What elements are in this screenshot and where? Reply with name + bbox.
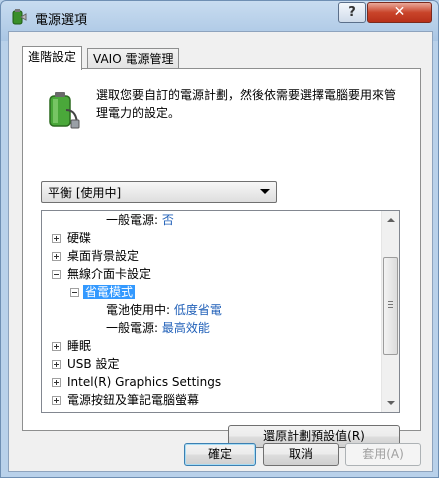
tree-item-usb-settings[interactable]: USB 設定 <box>52 355 119 373</box>
window-title: 電源選項 <box>35 13 88 28</box>
tree-item-hard-disk[interactable]: 硬碟 <box>52 229 91 247</box>
tree-item-label: Intel(R) Graphics Settings <box>67 375 222 389</box>
setting-value[interactable]: 否 <box>162 213 174 227</box>
title-bar[interactable]: 電源選項 ? ✕ <box>1 1 438 31</box>
tree-item-power-saving-mode[interactable]: 省電模式 <box>70 283 136 301</box>
setting-label: 一般電源: <box>106 321 159 335</box>
plan-description: 選取您要自訂的電源計劃，然後依需要選擇電腦要用來管理電力的設定。 <box>96 88 397 120</box>
tree-item-label: 桌面背景設定 <box>67 249 140 263</box>
expand-icon[interactable] <box>52 234 61 243</box>
expand-icon[interactable] <box>52 360 61 369</box>
battery-plug-icon <box>49 92 80 129</box>
advanced-settings-panel: 選取您要自訂的電源計劃，然後依需要選擇電腦要用來管理電力的設定。 平衡 [使用中… <box>22 68 421 448</box>
power-plan-select-value: 平衡 [使用中] <box>48 186 122 200</box>
dialog-body: 進階設定 VAIO 電源管理 選取您要自訂的電源計劃，然後依需要選擇電腦要用來管… <box>8 31 433 472</box>
setting-label: 一般電源: <box>106 213 159 227</box>
ok-button[interactable]: 確定 <box>184 443 256 466</box>
power-options-dialog: 電源選項 ? ✕ 進階設定 VAIO 電源管理 選取您要自訂的電源計劃，然後依需… <box>0 0 439 478</box>
tree-item-wireless-adapter[interactable]: 無線介面卡設定 <box>52 265 151 283</box>
setting-value[interactable]: 最高效能 <box>162 321 210 335</box>
expand-icon[interactable] <box>52 396 61 405</box>
tree-setting-plugged-in[interactable]: 一般電源: 最高效能 <box>106 319 210 337</box>
setting-label: 電池使用中: <box>106 303 171 317</box>
apply-button[interactable]: 套用(A) <box>345 443 421 466</box>
tree-item-label: 無線介面卡設定 <box>67 267 152 281</box>
tree-item-intel-graphics[interactable]: Intel(R) Graphics Settings <box>52 373 221 391</box>
collapse-icon[interactable] <box>70 288 79 297</box>
tree-item-label: 硬碟 <box>67 231 92 245</box>
expand-icon[interactable] <box>52 378 61 387</box>
power-plan-icon <box>12 9 27 25</box>
scrollbar-thumb[interactable] <box>383 257 398 355</box>
expand-icon[interactable] <box>52 342 61 351</box>
setting-value[interactable]: 低度省電 <box>174 303 222 317</box>
cancel-button[interactable]: 取消 <box>263 443 339 466</box>
close-button[interactable]: ✕ <box>367 2 432 23</box>
tree-item-desktop-background[interactable]: 桌面背景設定 <box>52 247 139 265</box>
collapse-icon[interactable] <box>52 270 61 279</box>
scroll-down-icon[interactable] <box>383 395 398 411</box>
tree-item-sleep[interactable]: 睡眠 <box>52 337 91 355</box>
tree-setting-ac-power[interactable]: 一般電源: 否 <box>106 211 174 229</box>
tree-scrollbar[interactable] <box>381 211 399 412</box>
expand-icon[interactable] <box>52 252 61 261</box>
tree-item-label: 省電模式 <box>83 285 136 299</box>
settings-tree[interactable]: 一般電源: 否 硬碟 桌面背景設定 無線介面卡設定 省電模式 電池使用中: 低度… <box>41 210 400 413</box>
power-plan-select[interactable]: 平衡 [使用中] <box>41 181 277 203</box>
tab-vaio-power-management[interactable]: VAIO 電源管理 <box>87 48 180 69</box>
help-button[interactable]: ? <box>338 2 366 23</box>
tree-item-label: USB 設定 <box>67 357 120 371</box>
tree-item-label: 電源按鈕及筆記電腦螢幕 <box>67 393 200 407</box>
tree-item-power-buttons-lid[interactable]: 電源按鈕及筆記電腦螢幕 <box>52 391 199 409</box>
tree-setting-on-battery[interactable]: 電池使用中: 低度省電 <box>106 301 222 319</box>
tree-item-label: 睡眠 <box>67 339 92 353</box>
chevron-down-icon <box>260 189 270 194</box>
scroll-up-icon[interactable] <box>383 212 398 228</box>
tab-advanced-settings[interactable]: 進階設定 <box>22 46 83 70</box>
